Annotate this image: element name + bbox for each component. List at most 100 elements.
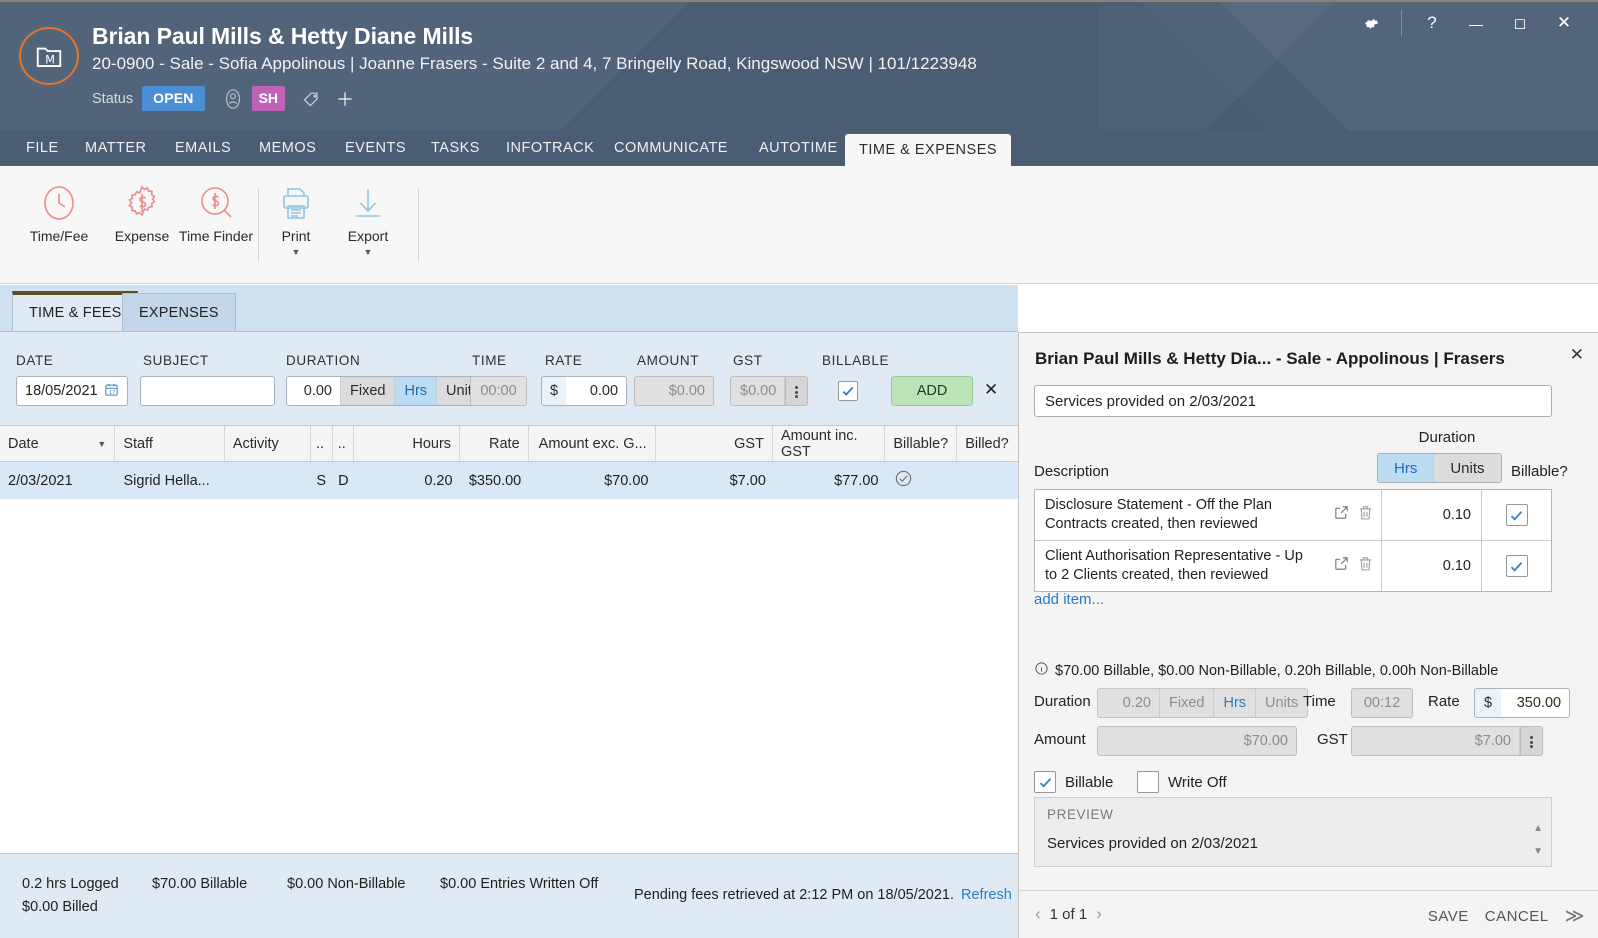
rate-input[interactable]: $ 0.00	[541, 376, 628, 406]
add-item-link[interactable]: add item...	[1034, 591, 1104, 608]
close-icon[interactable]: ✕	[1570, 345, 1584, 365]
label-date: DATE	[16, 353, 54, 368]
user-initials-badge[interactable]: SH	[251, 86, 286, 111]
panel-rate-input[interactable]: $ 350.00	[1474, 688, 1571, 718]
save-button[interactable]: SAVE	[1428, 908, 1469, 925]
column-header-gst[interactable]: GST	[656, 426, 773, 461]
item-duration[interactable]: 0.10	[1381, 541, 1481, 591]
column-header-date[interactable]: Date ▼	[0, 426, 116, 461]
rate-value[interactable]: 0.00	[566, 377, 627, 405]
panel-title: Brian Paul Mills & Hetty Dia... - Sale -…	[1035, 349, 1505, 368]
print-button[interactable]: Print ▼	[258, 178, 334, 257]
time-finder-button[interactable]: Time Finder	[178, 178, 254, 245]
duration-group[interactable]: 0.00 Fixed Hrs Units	[286, 376, 490, 406]
refresh-link[interactable]: Refresh	[961, 887, 1012, 903]
plus-icon[interactable]	[335, 89, 355, 109]
list-item[interactable]: Disclosure Statement - Off the Plan Cont…	[1035, 490, 1551, 541]
dismiss-entry-icon[interactable]: ✕	[984, 380, 998, 410]
date-input[interactable]: 18/05/2021 17	[16, 376, 128, 406]
column-header-billable[interactable]: Billable?	[885, 426, 958, 461]
subject-input[interactable]	[140, 376, 275, 406]
prev-page-icon[interactable]: ‹	[1035, 904, 1041, 924]
person-icon[interactable]	[222, 88, 244, 110]
panel-billable-checkbox[interactable]: Billable	[1034, 771, 1113, 793]
column-header-c1[interactable]: ..	[311, 426, 333, 461]
label-duration: DURATION	[286, 353, 361, 368]
column-header-hours[interactable]: Hours	[354, 426, 461, 461]
column-header-amount-exc[interactable]: Amount exc. G...	[529, 426, 656, 461]
column-header-amount-inc[interactable]: Amount inc. GST	[773, 426, 886, 461]
billable-checkbox[interactable]	[838, 381, 858, 411]
printer-icon	[275, 178, 317, 228]
close-icon[interactable]: ✕	[1542, 6, 1586, 40]
ribbon-tab-autotime[interactable]: AUTOTIME	[745, 130, 852, 166]
tab-time-fees[interactable]: TIME & FEES	[12, 291, 139, 331]
panel-writeoff-checkbox[interactable]: Write Off	[1137, 771, 1227, 793]
item-billable-checkbox[interactable]	[1481, 541, 1551, 591]
status-label: Status	[92, 90, 134, 107]
ribbon-tab-file[interactable]: FILE	[12, 130, 73, 166]
sort-caret-icon[interactable]: ▼	[97, 439, 106, 449]
panel-gst-options-kebab-icon[interactable]	[1520, 727, 1542, 755]
preview-title: PREVIEW	[1047, 807, 1114, 822]
cancel-button[interactable]: CANCEL	[1485, 908, 1549, 925]
ribbon-tab-communicate[interactable]: COMMUNICATE	[600, 130, 742, 166]
maximize-icon[interactable]: ◻	[1498, 6, 1542, 40]
column-header-rate[interactable]: Rate	[460, 426, 529, 461]
list-item[interactable]: Client Authorisation Representative - Up…	[1035, 541, 1551, 591]
gear-icon[interactable]	[1349, 6, 1393, 40]
tab-expenses[interactable]: EXPENSES	[122, 293, 236, 331]
help-icon[interactable]: ?	[1410, 6, 1454, 40]
export-button[interactable]: Export ▼	[330, 178, 406, 257]
tag-icon[interactable]	[302, 89, 322, 109]
time-fee-button[interactable]: Time/Fee	[21, 178, 97, 245]
column-header-staff[interactable]: Staff	[115, 426, 225, 461]
ribbon-tab-memos[interactable]: MEMOS	[245, 130, 330, 166]
table-row[interactable]: 2/03/2021 Sigrid Hella... S D 0.20 $350.…	[0, 462, 1018, 499]
chevron-down-icon[interactable]: ▼	[1533, 847, 1543, 857]
panel-fixed-mode[interactable]: Fixed	[1160, 689, 1215, 717]
item-duration[interactable]: 0.10	[1381, 490, 1481, 540]
add-button[interactable]: ADD	[891, 376, 973, 406]
chevron-up-icon[interactable]: ▲	[1533, 824, 1543, 834]
panel-subject-input[interactable]: Services provided on 2/03/2021	[1034, 385, 1552, 417]
next-page-icon[interactable]: ›	[1096, 904, 1102, 924]
calendar-icon[interactable]: 17	[104, 382, 119, 401]
panel-duration-mode-hrs[interactable]: Hrs	[1378, 454, 1435, 482]
chevron-down-icon[interactable]: ▼	[364, 247, 373, 257]
gst-options-kebab-icon[interactable]	[785, 377, 808, 405]
delete-icon[interactable]	[1357, 555, 1374, 577]
panel-hrs-mode[interactable]: Hrs	[1214, 689, 1257, 717]
matter-subtitle: 20-0900 - Sale - Sofia Appolinous | Joan…	[92, 54, 977, 73]
panel-duration-group[interactable]: 0.20 Fixed Hrs Units	[1097, 688, 1309, 718]
panel-duration-value: 0.20	[1098, 689, 1160, 717]
time-entry-detail-panel: Brian Paul Mills & Hetty Dia... - Sale -…	[1018, 332, 1598, 938]
column-header-c2[interactable]: ..	[333, 426, 355, 461]
panel-duration-mode-units[interactable]: Units	[1434, 454, 1501, 482]
ribbon-tab-events[interactable]: EVENTS	[331, 130, 420, 166]
preview-scroll-spinner[interactable]: ▲ ▼	[1533, 824, 1543, 857]
ribbon-tab-matter[interactable]: MATTER	[71, 130, 161, 166]
column-header-activity[interactable]: Activity	[225, 426, 311, 461]
expense-button[interactable]: Expense	[104, 178, 180, 245]
chevron-down-icon[interactable]: ▼	[292, 247, 301, 257]
ribbon-tab-infotrack[interactable]: INFOTRACK	[492, 130, 608, 166]
cell-c2: D	[338, 472, 349, 489]
minimize-icon[interactable]: —	[1454, 6, 1498, 40]
open-external-icon[interactable]	[1333, 555, 1350, 577]
panel-units-mode[interactable]: Units	[1256, 689, 1308, 717]
expand-panel-icon[interactable]: ≫	[1565, 905, 1585, 928]
panel-duration-mode-toggle[interactable]: Hrs Units	[1377, 453, 1502, 483]
duration-value[interactable]: 0.00	[287, 377, 341, 405]
delete-icon[interactable]	[1357, 504, 1374, 526]
duration-mode-fixed[interactable]: Fixed	[341, 377, 396, 405]
status-badge[interactable]: OPEN	[142, 86, 205, 111]
ribbon-tab-tasks[interactable]: TASKS	[417, 130, 494, 166]
open-external-icon[interactable]	[1333, 504, 1350, 526]
ribbon-tab-emails[interactable]: EMAILS	[161, 130, 245, 166]
duration-mode-hrs[interactable]: Hrs	[395, 377, 438, 405]
panel-rate-value[interactable]: 350.00	[1501, 689, 1570, 717]
ribbon-tab-time-expenses[interactable]: TIME & EXPENSES	[845, 134, 1012, 166]
column-header-billed[interactable]: Billed?	[957, 426, 1018, 461]
item-billable-checkbox[interactable]	[1481, 490, 1551, 540]
